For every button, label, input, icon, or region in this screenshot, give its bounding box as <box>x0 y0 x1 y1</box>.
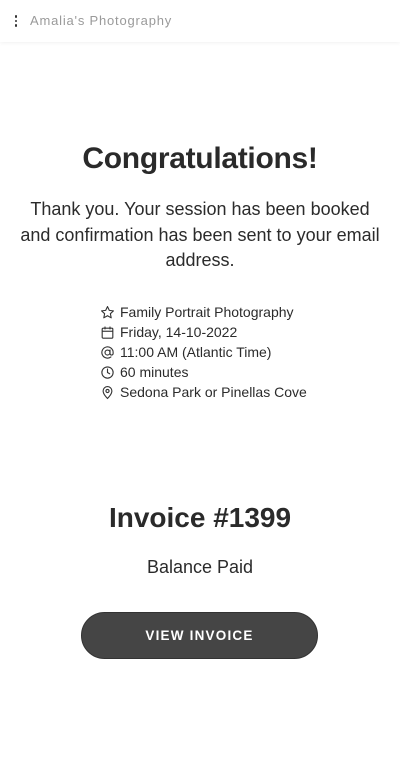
view-invoice-button[interactable]: VIEW INVOICE <box>81 612 318 659</box>
top-bar: Amalia's Photography <box>0 0 400 42</box>
calendar-icon <box>100 325 115 340</box>
vertical-dots-icon[interactable] <box>8 11 24 31</box>
date-row: Friday, 14-10-2022 <box>100 322 360 342</box>
brand-name[interactable]: Amalia's Photography <box>30 13 172 28</box>
confirmation-message: Thank you. Your session has been booked … <box>20 199 380 270</box>
invoice-status: Balance Paid <box>146 557 254 577</box>
duration-row: 60 minutes <box>100 362 360 382</box>
page-title: Congratulations! <box>82 142 318 175</box>
session-duration: 60 minutes <box>120 364 189 380</box>
location-row: Sedona Park or Pinellas Cove <box>100 382 360 402</box>
location-pin-icon <box>100 385 115 400</box>
session-location: Sedona Park or Pinellas Cove <box>120 384 307 400</box>
time-row: 11:00 AM (Atlantic Time) <box>100 342 360 362</box>
clock-icon <box>100 365 115 380</box>
star-icon <box>100 305 115 320</box>
at-icon <box>100 345 115 360</box>
service-name: Family Portrait Photography <box>120 304 294 320</box>
session-date: Friday, 14-10-2022 <box>120 324 238 340</box>
booking-details: Family Portrait Photography Friday, 14-1… <box>100 302 360 402</box>
session-time: 11:00 AM (Atlantic Time) <box>120 344 272 360</box>
invoice-title: Invoice #1399 <box>108 502 292 533</box>
service-row: Family Portrait Photography <box>100 302 360 322</box>
